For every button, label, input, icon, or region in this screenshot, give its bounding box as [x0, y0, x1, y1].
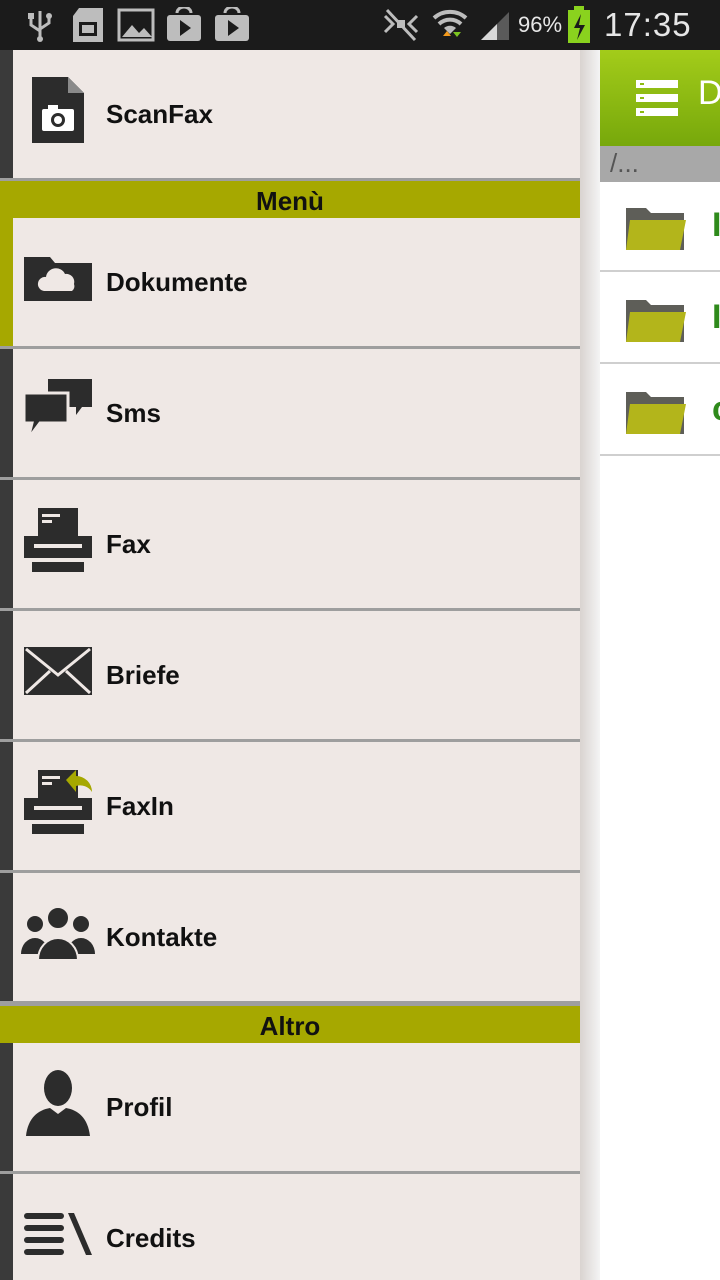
- folder-row[interactable]: c: [600, 366, 720, 456]
- path-bar: /...: [600, 146, 720, 182]
- battery-percent: 96%: [518, 12, 563, 37]
- item-indicator: [0, 1174, 13, 1280]
- drawer-item-label: Credits: [106, 1222, 196, 1253]
- no-signal-icon: [380, 6, 422, 44]
- drawer-item-label: Sms: [106, 397, 161, 428]
- drawer-item-sms[interactable]: Sms: [0, 349, 580, 480]
- chat-bubbles-icon: [20, 371, 96, 447]
- folder-row[interactable]: I: [600, 274, 720, 364]
- envelope-icon: [20, 633, 96, 709]
- clock: 17:35: [604, 6, 692, 43]
- scanfax-camera-icon: [20, 72, 96, 148]
- fax-machine-icon: [20, 502, 96, 578]
- drawer-item-briefe[interactable]: Briefe: [0, 611, 580, 742]
- folder-name: I: [712, 206, 720, 244]
- drawer-item-label: ScanFax: [106, 98, 213, 129]
- item-indicator: [0, 742, 13, 870]
- drawer-item-kontakte[interactable]: Kontakte: [0, 873, 580, 1004]
- cell-signal-icon: [478, 6, 512, 44]
- status-bar: 96% 17:35: [0, 0, 720, 50]
- drawer-item-label: FaxIn: [106, 790, 174, 821]
- drawer-item-label: Briefe: [106, 659, 180, 690]
- item-indicator: [0, 349, 13, 477]
- fax-incoming-icon: [20, 764, 96, 840]
- drawer-edge: [580, 50, 600, 1280]
- folder-name: c: [712, 390, 720, 429]
- cloud-folder-icon: [20, 240, 96, 316]
- drawer-item-dokumente[interactable]: Dokumente: [0, 218, 580, 349]
- item-indicator: [0, 873, 13, 1001]
- action-bar: D: [600, 50, 720, 146]
- drawer-item-scanfax[interactable]: ScanFax: [0, 50, 580, 181]
- usb-icon: [22, 6, 58, 44]
- item-indicator: [0, 480, 13, 608]
- section-header-other: Altro: [0, 1003, 580, 1043]
- folder-name: I: [712, 298, 720, 336]
- sd-card-icon: [70, 6, 106, 44]
- folder-icon: [624, 202, 688, 254]
- action-bar-title: D: [698, 74, 720, 112]
- credits-list-icon: [20, 1196, 96, 1272]
- item-indicator: [0, 1043, 13, 1171]
- wifi-icon: [430, 6, 470, 44]
- battery-charging-icon: [566, 6, 592, 44]
- drawer-item-label: Kontakte: [106, 921, 218, 952]
- folder-icon: [624, 386, 688, 438]
- drawer-item-label: Profil: [106, 1091, 173, 1122]
- drawer-item-profil[interactable]: Profil: [0, 1043, 580, 1174]
- item-indicator: [0, 50, 13, 178]
- drawer-item-faxin[interactable]: FaxIn: [0, 742, 580, 873]
- list-menu-icon[interactable]: [636, 80, 678, 116]
- folder-icon: [624, 294, 688, 346]
- drawer-item-fax[interactable]: Fax: [0, 480, 580, 611]
- navigation-drawer: ScanFax Menù Dokumente Sms Fax Briefe Fa…: [0, 50, 600, 1280]
- section-header-menu: Menù: [0, 178, 580, 218]
- documents-screen: D /... I I c: [600, 50, 720, 1280]
- drawer-item-label: Dokumente: [106, 266, 248, 297]
- play-store-icon: [212, 6, 252, 44]
- image-icon: [116, 6, 156, 44]
- contacts-group-icon: [20, 895, 96, 971]
- item-indicator-active: [0, 218, 13, 346]
- drawer-item-label: Fax: [106, 528, 151, 559]
- drawer-item-credits[interactable]: Credits: [0, 1174, 580, 1280]
- path-text: /...: [610, 148, 639, 178]
- folder-row[interactable]: I: [600, 182, 720, 272]
- play-store-icon: [164, 6, 204, 44]
- user-profile-icon: [20, 1065, 96, 1141]
- item-indicator: [0, 611, 13, 739]
